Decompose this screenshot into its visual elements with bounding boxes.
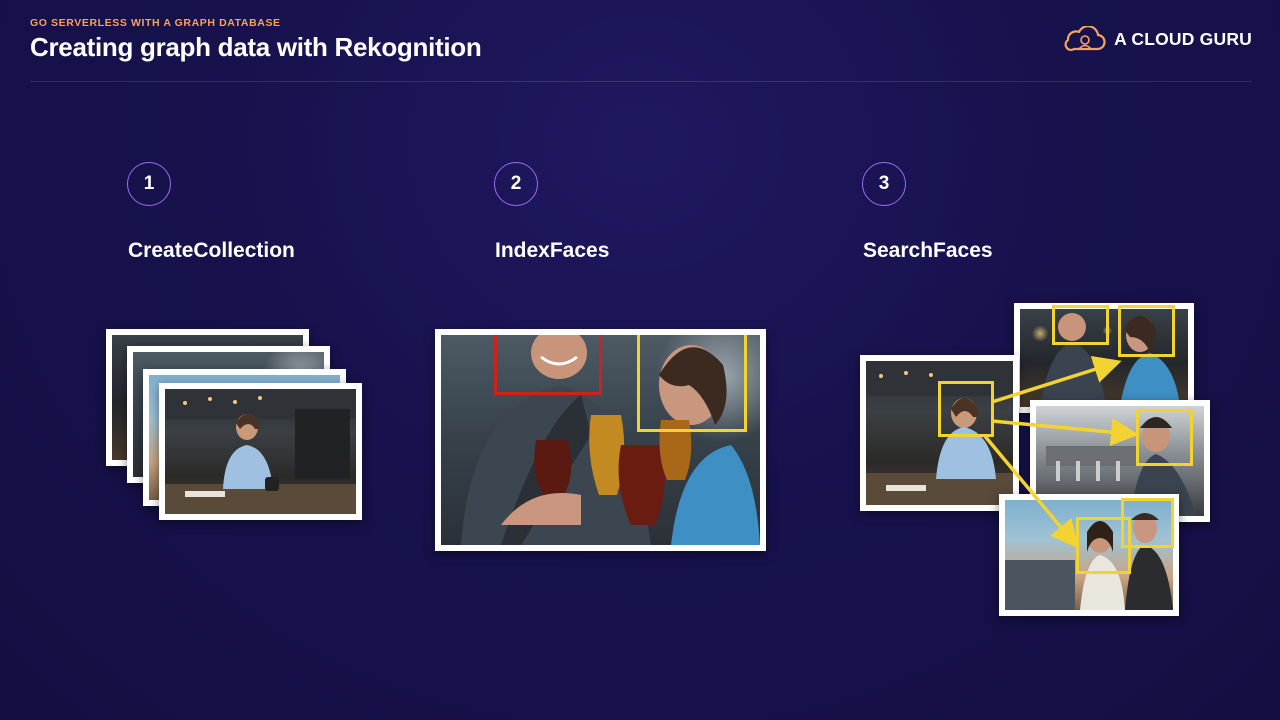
matched-face-box: [1136, 409, 1193, 466]
match-arrows: [982, 356, 1139, 549]
match-arrow: [991, 418, 1139, 446]
face-box: [1121, 498, 1174, 548]
face-box: [1052, 305, 1109, 345]
match-arrow: [982, 433, 1079, 549]
query-face-box: [938, 381, 994, 437]
matched-face-box: [1118, 305, 1175, 357]
match-arrow: [991, 356, 1122, 404]
